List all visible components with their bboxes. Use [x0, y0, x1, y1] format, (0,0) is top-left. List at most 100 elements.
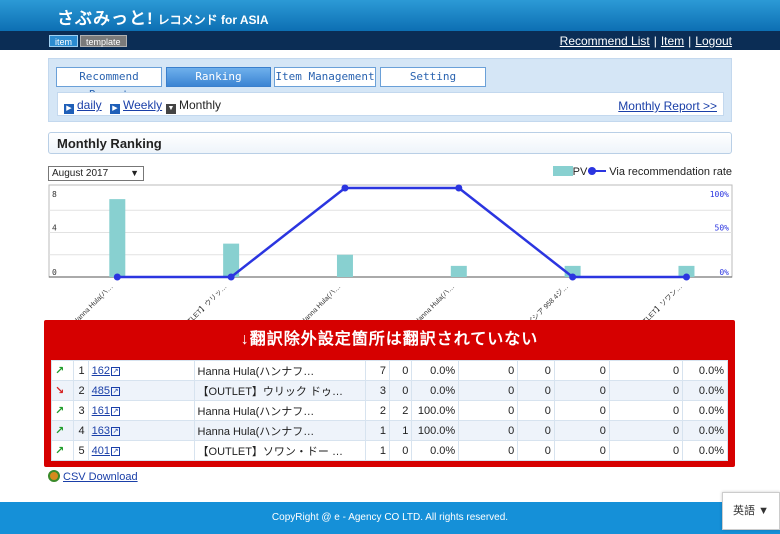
metric-cell: 0: [517, 380, 555, 401]
external-link-icon[interactable]: ↗: [111, 386, 120, 396]
table-row: ↘ 2 485 ↗ 【OUTLET】ウリック ドゥ… 3 0 0.0% 0 0 0 0 0.0%: [50, 380, 728, 401]
metric-cell: 1: [364, 420, 390, 441]
pv-bar: [109, 199, 126, 277]
metric-cell: 0: [608, 420, 684, 441]
item-link[interactable]: Item: [661, 34, 684, 48]
subnav-daily[interactable]: ▶ daily: [64, 98, 102, 114]
trend-up-icon: ↗: [55, 425, 65, 437]
metric-cell: 0.0%: [682, 380, 728, 401]
metric-cell: 0: [553, 420, 610, 441]
tab-setting[interactable]: Setting: [380, 67, 486, 87]
recommend-list-link[interactable]: Recommend List: [560, 34, 650, 48]
trend-cell: ↗: [50, 360, 75, 381]
logout-link[interactable]: Logout: [695, 34, 732, 48]
rank-cell: 1: [73, 360, 89, 381]
external-link-icon[interactable]: ↗: [111, 426, 120, 436]
month-select[interactable]: August 2017 ▼: [48, 166, 144, 181]
item-id-link[interactable]: 162: [92, 365, 110, 377]
rate-point: [682, 273, 690, 281]
logo: さぶみっと! レコメンド for ASIA: [57, 4, 269, 29]
metric-cell: 7: [364, 360, 390, 381]
top-header: さぶみっと! レコメンド for ASIA: [0, 0, 780, 31]
mini-tab-template[interactable]: template: [80, 35, 127, 47]
metric-cell: 0: [553, 360, 610, 381]
arrow-right-icon: ▶: [64, 104, 74, 114]
metric-cell: 0: [388, 380, 413, 401]
x-tick-label: Hanna Hula(ハ…: [414, 283, 457, 320]
logo-sub: レコメンド for ASIA: [157, 13, 269, 27]
metric-cell: 0: [458, 380, 519, 401]
item-id-link[interactable]: 401: [92, 445, 110, 457]
sub-bar: item template Recommend List | Item | Logout: [0, 31, 780, 50]
tab-recommend-report[interactable]: Recommend Report: [56, 67, 162, 101]
daily-link[interactable]: daily: [77, 98, 102, 112]
warning-banner: ↓翻訳除外設定箇所は翻訳されていない: [240, 331, 539, 348]
subnav-monthly: ▼ Monthly: [166, 98, 221, 114]
rate-point: [569, 273, 577, 281]
metric-cell: 0.0%: [682, 440, 728, 461]
item-id-cell: 401 ↗: [87, 440, 195, 461]
item-id-cell: 162 ↗: [87, 360, 195, 381]
metric-cell: 2: [364, 400, 390, 421]
language-selector[interactable]: 英語 ▼: [722, 492, 780, 530]
metric-cell: 0: [517, 360, 555, 381]
external-link-icon[interactable]: ↗: [111, 446, 120, 456]
metric-cell: 0: [458, 400, 519, 421]
metric-cell: 100.0%: [411, 420, 460, 441]
y-left-tick-label: 4: [52, 224, 57, 233]
external-link-icon[interactable]: ↗: [111, 406, 120, 416]
trend-cell: ↘: [50, 380, 75, 401]
csv-download[interactable]: CSV Download: [48, 470, 138, 483]
rate-point: [227, 273, 235, 281]
metric-cell: 0: [553, 400, 610, 421]
item-id-link[interactable]: 163: [92, 425, 110, 437]
x-tick-label: ルピシア 958 4ジ…: [521, 283, 570, 320]
metric-cell: 0.0%: [682, 420, 728, 441]
ranking-chart: 0 4 8 0% 50% 100% Hanna Hula(ハ… 【OUTLET】ウリッ… Han…: [48, 184, 733, 320]
arrow-right-icon: ▶: [110, 104, 120, 114]
subnav-weekly[interactable]: ▶ Weekly: [110, 98, 162, 114]
footer: CopyRight @ e - Agency CO LTD. All right…: [0, 502, 780, 534]
item-id-cell: 163 ↗: [87, 420, 195, 441]
trend-cell: ↗: [50, 400, 75, 421]
y-right-tick-label: 50%: [715, 224, 730, 233]
metric-cell: 0: [388, 440, 413, 461]
trend-up-icon: ↗: [55, 405, 65, 417]
external-link-icon[interactable]: ↗: [111, 366, 120, 376]
legend-pv-swatch: [552, 166, 573, 176]
weekly-link[interactable]: Weekly: [123, 98, 162, 112]
item-id-link[interactable]: 485: [92, 385, 110, 397]
legend-rate-marker: [588, 167, 607, 175]
trend-cell: ↗: [50, 420, 75, 441]
metric-cell: 1: [388, 420, 413, 441]
metric-cell: 1: [364, 440, 390, 461]
rank-cell: 2: [73, 380, 89, 401]
item-id-link[interactable]: 161: [92, 405, 110, 417]
trend-up-icon: ↗: [55, 445, 65, 457]
metric-cell: 100.0%: [411, 400, 460, 421]
metric-cell: 0.0%: [682, 360, 728, 381]
metric-cell: 0: [458, 360, 519, 381]
tab-ranking[interactable]: Ranking: [166, 67, 271, 87]
nav-panel: Recommend Report Ranking Item Management…: [48, 58, 732, 122]
y-left-tick-label: 8: [52, 190, 57, 199]
metric-cell: 0.0%: [411, 360, 460, 381]
table-row: ↗ 3 161 ↗ Hanna Hula(ハンナフ… 2 2 100.0% 0 0 0 0 0.0%: [50, 400, 728, 421]
csv-download-link[interactable]: CSV Download: [63, 471, 138, 483]
metric-cell: 0.0%: [411, 380, 460, 401]
item-id-cell: 485 ↗: [87, 380, 195, 401]
rate-point: [455, 184, 463, 192]
chevron-down-icon: ▼: [130, 168, 139, 178]
item-name-cell: Hanna Hula(ハンナフ…: [193, 400, 366, 421]
metric-cell: 0: [608, 360, 684, 381]
metric-cell: 0: [388, 360, 413, 381]
y-left-tick-label: 0: [52, 268, 57, 277]
rank-cell: 4: [73, 420, 89, 441]
table-row: ↗ 5 401 ↗ 【OUTLET】ソワン・ドー … 1 0 0.0% 0 0 0 0 0.0%: [50, 440, 728, 461]
rank-cell: 3: [73, 400, 89, 421]
monthly-report-link[interactable]: Monthly Report >>: [618, 99, 717, 113]
tab-item-management[interactable]: Item Management: [274, 67, 376, 87]
item-name-cell: 【OUTLET】ソワン・ドー …: [193, 440, 366, 461]
pv-bar: [450, 265, 467, 277]
mini-tab-item[interactable]: item: [49, 35, 79, 47]
